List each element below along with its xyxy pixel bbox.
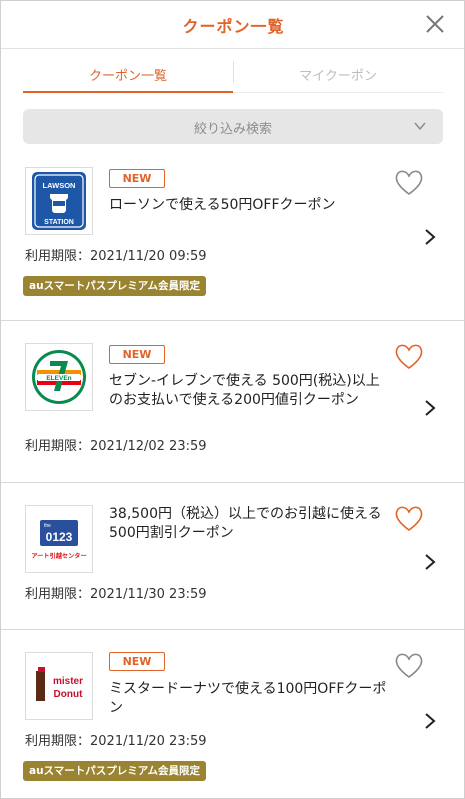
heart-icon[interactable]	[393, 503, 425, 533]
tab-my-coupon[interactable]: マイクーポン	[233, 57, 443, 93]
svg-text:STATION: STATION	[44, 219, 74, 226]
coupon-item-lawson[interactable]: LAWSON STATION NEW ローソンで使える50円OFFクーポン 利用…	[1, 153, 464, 321]
header: クーポン一覧	[1, 1, 464, 49]
coupon-title: ローソンで使える50円OFFクーポン	[109, 197, 336, 213]
tab-bar: クーポン一覧 マイクーポン	[23, 57, 443, 93]
coupon-expiry: 利用期限：2021/11/20 09:59	[25, 249, 207, 264]
heart-icon[interactable]	[393, 341, 425, 371]
coupon-title: セブン-イレブンで使える 500円(税込)以上のお支払いで使える200円値引クー…	[109, 373, 380, 408]
art-hikkoshi-logo: the 0123 アート引越センター	[25, 505, 93, 573]
coupon-list-screen: クーポン一覧 クーポン一覧 マイクーポン 絞り込み検索 LAWSON STATI…	[0, 0, 465, 799]
coupon-item-art-hikkoshi[interactable]: the 0123 アート引越センター 38,500円（税込）以上でのお引越に使え…	[1, 483, 464, 630]
coupon-item-seven-eleven[interactable]: ELEVEn NEW セブン-イレブンで使える 500円(税込)以上のお支払いで…	[1, 321, 464, 483]
heart-icon[interactable]	[393, 650, 425, 680]
chevron-down-icon	[414, 122, 426, 131]
filter-search-button[interactable]: 絞り込み検索	[23, 109, 443, 144]
filter-label: 絞り込み検索	[193, 122, 272, 137]
premium-badge: auスマートパスプレミアム会員限定	[23, 276, 207, 296]
close-icon[interactable]	[424, 13, 446, 35]
new-badge: NEW	[109, 169, 165, 188]
coupon-expiry: 利用期限：2021/12/02 23:59	[25, 439, 207, 454]
new-badge: NEW	[109, 652, 165, 671]
seven-eleven-logo: ELEVEn	[25, 343, 93, 411]
heart-icon[interactable]	[393, 167, 425, 197]
svg-text:0123: 0123	[46, 530, 73, 544]
chevron-right-icon	[425, 229, 436, 245]
coupon-item-mister-donut[interactable]: mister Donut NEW ミスタードーナツで使える100円OFFクーポン…	[1, 630, 464, 798]
coupon-expiry: 利用期限：2021/11/20 23:59	[25, 734, 207, 749]
tab-coupon-list[interactable]: クーポン一覧	[23, 57, 233, 93]
coupon-list: LAWSON STATION NEW ローソンで使える50円OFFクーポン 利用…	[1, 153, 464, 798]
chevron-right-icon	[425, 713, 436, 729]
coupon-title: ミスタードーナツで使える100円OFFクーポン	[109, 681, 387, 716]
coupon-title: 38,500円（税込）以上でのお引越に使える500円割引クーポン	[109, 506, 382, 541]
page-title: クーポン一覧	[182, 17, 285, 36]
svg-text:Donut: Donut	[54, 689, 84, 700]
premium-badge: auスマートパスプレミアム会員限定	[23, 761, 207, 781]
svg-text:the: the	[44, 523, 51, 529]
svg-text:ELEVEn: ELEVEn	[46, 375, 71, 382]
chevron-right-icon	[425, 400, 436, 416]
chevron-right-icon	[425, 554, 436, 570]
mister-donut-logo: mister Donut	[25, 652, 93, 720]
svg-text:アート引越センター: アート引越センター	[31, 552, 86, 560]
coupon-expiry: 利用期限：2021/11/30 23:59	[25, 587, 207, 602]
svg-text:LAWSON: LAWSON	[43, 181, 76, 190]
svg-text:mister: mister	[53, 676, 83, 687]
lawson-logo: LAWSON STATION	[25, 167, 93, 235]
new-badge: NEW	[109, 345, 165, 364]
